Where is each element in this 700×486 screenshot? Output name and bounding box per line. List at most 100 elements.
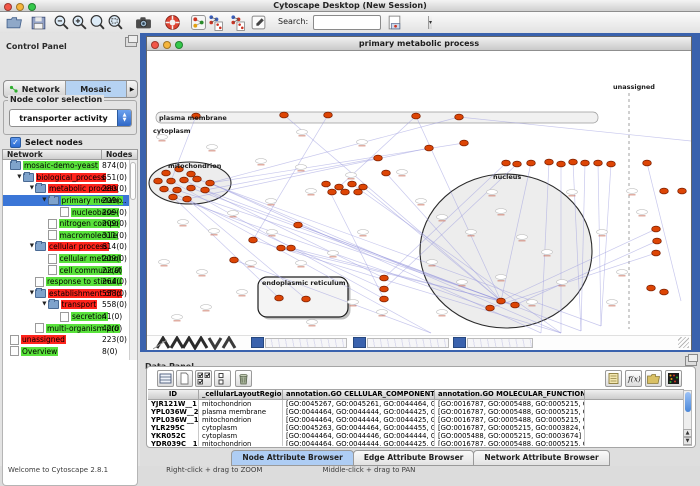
zoom-window-icon[interactable]: [175, 41, 183, 49]
unselected-node[interactable]: [172, 315, 183, 320]
unselected-node[interactable]: [437, 310, 448, 315]
tree-row-primary-metabo[interactable]: ▼primary metabo209(...: [3, 195, 137, 207]
tree-row-transport[interactable]: ▼transport558(0): [3, 299, 137, 311]
network-window-controls[interactable]: [151, 41, 183, 49]
disclosure-triangle-icon[interactable]: ▼: [3, 183, 34, 194]
window-controls[interactable]: [4, 3, 36, 11]
selected-node[interactable]: [187, 185, 196, 191]
close-icon[interactable]: [4, 3, 12, 11]
float-panel-icon[interactable]: [125, 37, 137, 47]
background-window-fragment[interactable]: [467, 338, 533, 348]
select-attributes-icon[interactable]: [157, 370, 174, 387]
background-window-fragment[interactable]: [353, 337, 366, 348]
selected-node[interactable]: [653, 238, 662, 244]
unselected-node[interactable]: [267, 230, 278, 235]
tree-row-establishment-of-lo[interactable]: ▼establishment of lo558(0): [3, 288, 137, 300]
zoom-out-icon[interactable]: [53, 14, 70, 31]
table-scrollbar-thumb[interactable]: [685, 392, 691, 412]
selected-node[interactable]: [287, 245, 296, 251]
selected-node[interactable]: [652, 250, 661, 256]
unselected-node[interactable]: [627, 189, 638, 194]
unselected-node[interactable]: [637, 210, 648, 215]
scroll-up-icon[interactable]: ▲: [683, 429, 692, 437]
node-color-select[interactable]: transporter activity ▲▼: [9, 109, 132, 127]
selected-node[interactable]: [557, 161, 566, 167]
network-window-titlebar[interactable]: primary metabolic process: [147, 37, 691, 51]
disclosure-triangle-icon[interactable]: ▼: [3, 299, 47, 310]
unselected-node[interactable]: [328, 251, 339, 256]
selected-node[interactable]: [169, 194, 178, 200]
unselected-node[interactable]: [296, 165, 307, 170]
unselected-node[interactable]: [157, 135, 168, 140]
import-attributes-icon[interactable]: [645, 370, 662, 387]
unselected-node[interactable]: [607, 300, 618, 305]
selected-node[interactable]: [513, 161, 522, 167]
unselect-all-attributes-icon[interactable]: [214, 370, 231, 387]
snapshot-camera-icon[interactable]: [135, 14, 152, 31]
network-editor-icon[interactable]: [250, 14, 267, 31]
zoom-selected-icon[interactable]: [107, 14, 124, 31]
formula-builder-icon[interactable]: f(x): [625, 370, 642, 387]
new-attribute-icon[interactable]: [176, 370, 193, 387]
delete-attribute-icon[interactable]: [235, 370, 252, 387]
table-row[interactable]: YLR295Ccytoplasm[GO:0045263, GO:0044464,…: [148, 424, 684, 432]
unselected-node[interactable]: [567, 190, 578, 195]
tree-row-multi-organism-pro[interactable]: multi-organism pro42(0): [3, 322, 137, 334]
selected-node[interactable]: [660, 188, 669, 194]
network-canvas[interactable]: plasma membranecytoplasmmitochondrionnuc…: [147, 51, 691, 335]
tree-row-secretion[interactable]: secretion41(0): [3, 311, 137, 323]
unselected-node[interactable]: [201, 305, 212, 310]
combo-stepper-icon[interactable]: ▲▼: [117, 110, 131, 126]
attribute-matrix-icon[interactable]: [665, 370, 682, 387]
scroll-down-icon[interactable]: ▼: [683, 437, 692, 445]
edge[interactable]: [598, 163, 601, 326]
selected-node[interactable]: [187, 171, 196, 177]
disclosure-triangle-icon[interactable]: ▼: [3, 288, 34, 299]
selected-node[interactable]: [678, 188, 687, 194]
selected-node[interactable]: [607, 161, 616, 167]
unselected-node[interactable]: [207, 145, 218, 150]
unselected-node[interactable]: [228, 211, 239, 216]
tree-scrollbar-thumb[interactable]: [130, 162, 136, 200]
open-file-icon[interactable]: [6, 14, 23, 31]
resize-grip-icon[interactable]: [678, 337, 689, 348]
selected-node[interactable]: [380, 296, 389, 302]
tree-row-metabolic-process[interactable]: ▼metabolic process280(0): [3, 183, 137, 195]
selected-node[interactable]: [154, 178, 163, 184]
selected-node[interactable]: [294, 222, 303, 228]
background-window-fragment[interactable]: [265, 338, 347, 348]
tree-row-response-to-stimulu[interactable]: response to stimulu264(0): [3, 276, 137, 288]
selected-node[interactable]: [277, 245, 286, 251]
selected-node[interactable]: [412, 113, 421, 119]
tab-node-attribute-browser[interactable]: Node Attribute Browser: [231, 450, 353, 466]
tree-header-nodes[interactable]: Nodes: [102, 150, 137, 159]
selected-node[interactable]: [335, 184, 344, 190]
tab-edge-attribute-browser[interactable]: Edge Attribute Browser: [353, 450, 475, 466]
unselected-node[interactable]: [416, 199, 427, 204]
background-window-fragment[interactable]: [367, 338, 449, 348]
selected-node[interactable]: [249, 237, 258, 243]
unselected-node[interactable]: [377, 310, 388, 315]
selected-node[interactable]: [302, 296, 311, 302]
tree-row-mosaic-demo-yeast[interactable]: mosaic-demo-yeast874(0): [3, 160, 137, 172]
background-window-fragment[interactable]: [251, 337, 264, 348]
unselected-node[interactable]: [617, 270, 628, 275]
minimize-icon[interactable]: [163, 41, 171, 49]
selected-node[interactable]: [594, 160, 603, 166]
disclosure-triangle-icon[interactable]: ▼: [3, 241, 34, 252]
disclosure-triangle-icon[interactable]: ▼: [3, 172, 22, 183]
selected-node[interactable]: [652, 226, 661, 232]
table-row[interactable]: YKR052Ccytoplasm[GO:0044464, GO:0044446,…: [148, 432, 684, 440]
selected-node[interactable]: [374, 155, 383, 161]
unselected-node[interactable]: [296, 261, 307, 266]
unselected-node[interactable]: [397, 170, 408, 175]
unselected-node[interactable]: [427, 260, 438, 265]
tree-row-nitrogen-compo[interactable]: nitrogen compo209(0): [3, 218, 137, 230]
close-icon[interactable]: [151, 41, 159, 49]
unselected-node[interactable]: [357, 140, 368, 145]
zoom-in-icon[interactable]: [71, 14, 88, 31]
selected-node[interactable]: [206, 180, 215, 186]
tree-row-nucleobase-[interactable]: nucleobase-209(0): [3, 206, 137, 218]
unselected-node[interactable]: [496, 275, 507, 280]
selected-node[interactable]: [180, 177, 189, 183]
